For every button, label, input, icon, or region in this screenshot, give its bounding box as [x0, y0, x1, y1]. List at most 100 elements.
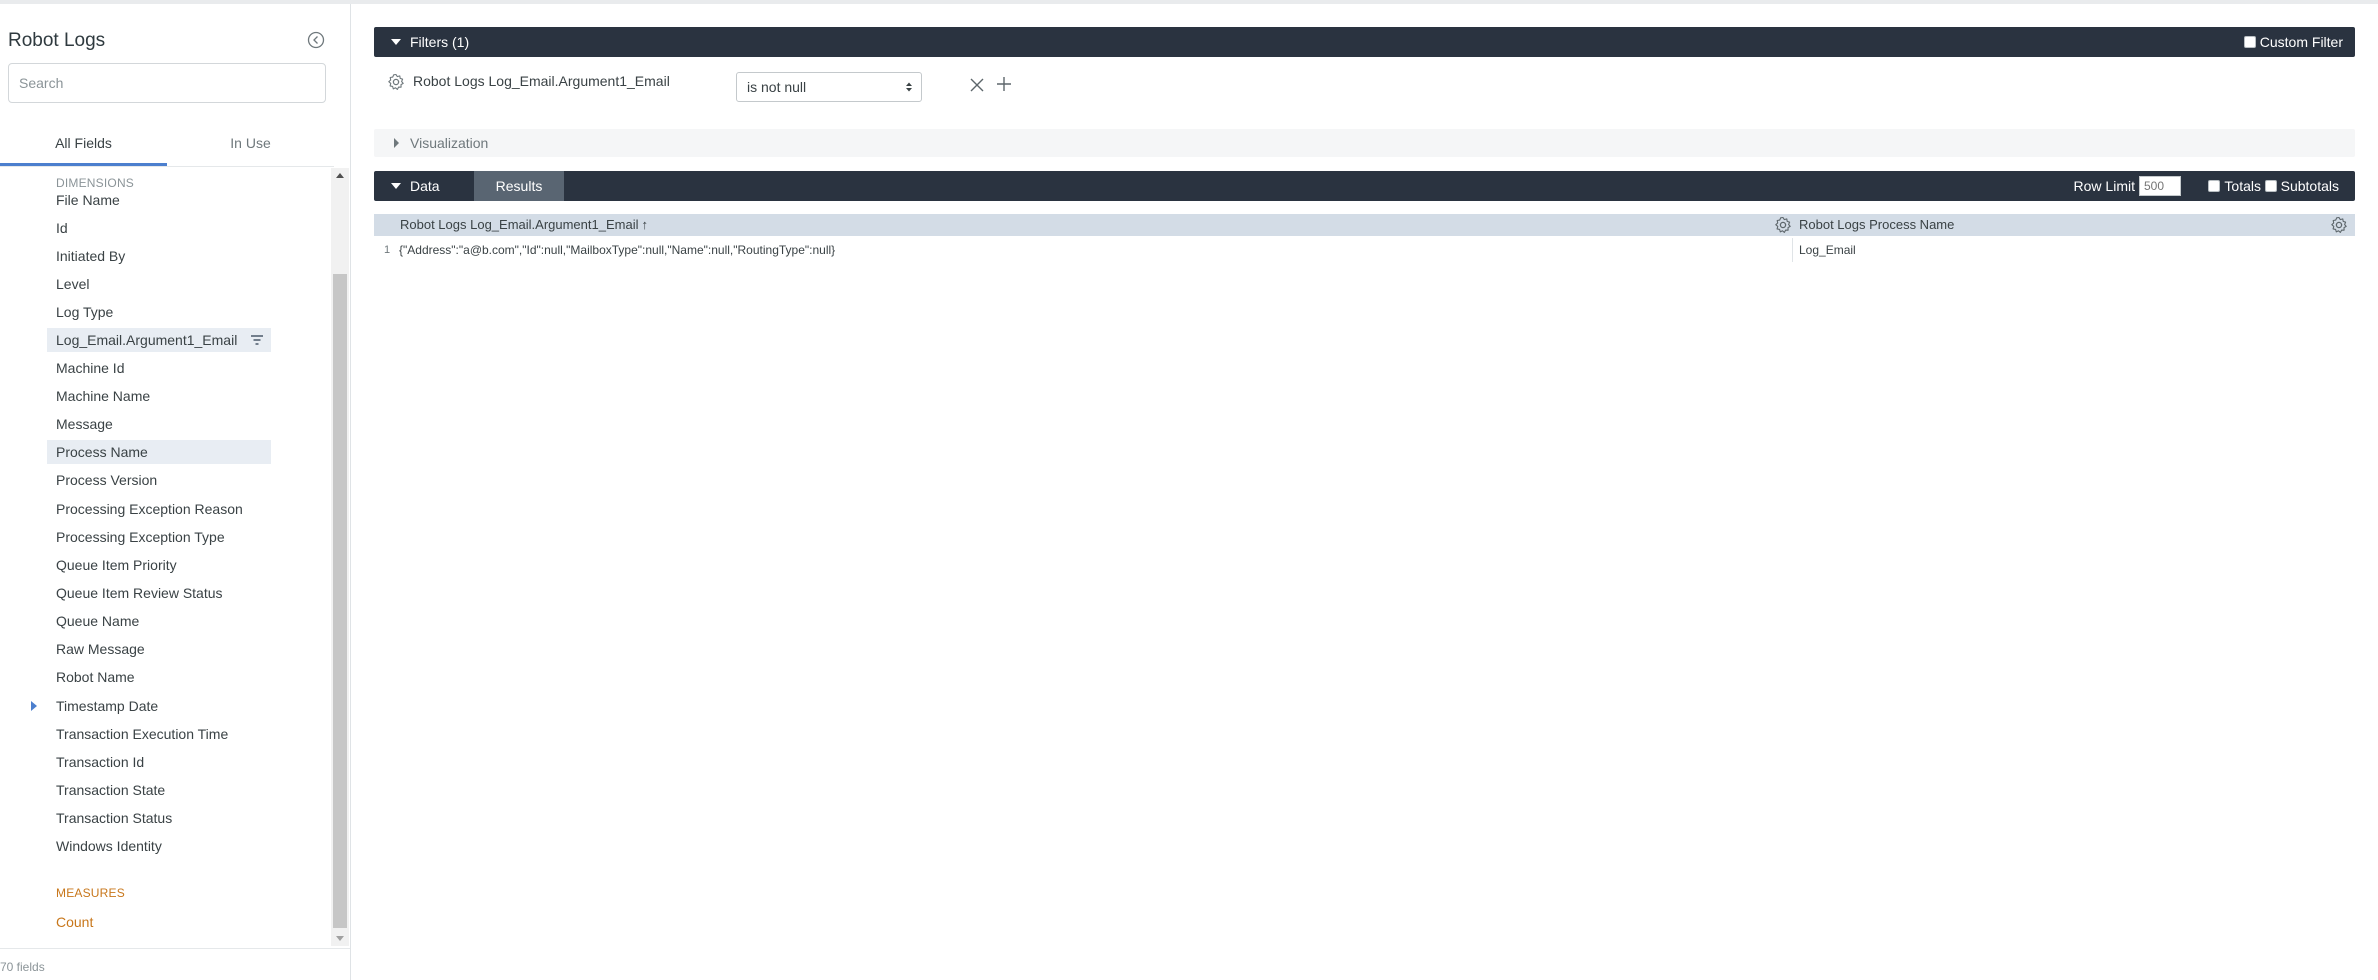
- field-label: Log Type: [56, 304, 114, 320]
- field-list: DIMENSIONS File Name Id Initiated By Lev…: [0, 168, 330, 946]
- field-label: Log_Email.Argument1_Email: [56, 332, 238, 348]
- filter-operator-value: is not null: [747, 79, 807, 95]
- field-item[interactable]: Machine Name: [47, 384, 271, 408]
- row-limit: Row Limit: [2074, 171, 2181, 201]
- remove-filter-icon[interactable]: [969, 77, 985, 93]
- measure-item[interactable]: Count: [47, 910, 271, 934]
- table-row: 1 {"Address":"a@b.com","Id":null,"Mailbo…: [374, 238, 2355, 262]
- field-item[interactable]: Queue Item Priority: [47, 553, 271, 577]
- custom-filter-checkbox[interactable]: [2243, 36, 2256, 48]
- field-item[interactable]: Processing Exception Reason: [47, 497, 271, 521]
- measures-heading: MEASURES: [56, 886, 125, 900]
- sort-ascending-icon[interactable]: ↑: [641, 214, 648, 236]
- field-item[interactable]: Id: [47, 216, 271, 240]
- totals-label: Totals: [2224, 178, 2261, 194]
- select-arrows-icon: [906, 82, 912, 92]
- subtotals-label: Subtotals: [2280, 178, 2339, 194]
- tab-data[interactable]: Data: [410, 171, 440, 201]
- field-label: Processing Exception Reason: [56, 501, 243, 517]
- field-item[interactable]: Transaction Execution Time: [47, 722, 271, 746]
- field-label: Processing Exception Type: [56, 529, 225, 545]
- expand-triangle-icon[interactable]: [30, 701, 38, 711]
- field-item[interactable]: Robot Name: [47, 665, 271, 689]
- filter-field-label: Robot Logs Log_Email.Argument1_Email: [413, 73, 670, 89]
- tab-results[interactable]: Results: [474, 171, 564, 201]
- column-header-label: Robot Logs Log_Email.Argument1_Email: [400, 217, 639, 232]
- field-label: Transaction Execution Time: [56, 726, 229, 742]
- top-divider: [0, 0, 2378, 4]
- field-item[interactable]: Raw Message: [47, 637, 271, 661]
- field-item[interactable]: File Name: [47, 188, 271, 212]
- field-label: Process Version: [56, 472, 158, 488]
- field-label: Transaction Id: [56, 754, 145, 770]
- scroll-down-arrow-icon[interactable]: [331, 930, 349, 946]
- data-header-bar[interactable]: Data Results Row Limit Totals Subtotals: [374, 171, 2355, 201]
- column-header-process-name[interactable]: Robot Logs Process Name: [1799, 214, 1954, 236]
- field-item[interactable]: Message: [47, 412, 271, 436]
- field-item[interactable]: Level: [47, 272, 271, 296]
- column-gear-icon[interactable]: [2330, 216, 2348, 234]
- add-filter-icon[interactable]: [996, 76, 1012, 92]
- field-item[interactable]: Process Version: [47, 468, 271, 492]
- field-label: Message: [56, 416, 113, 432]
- column-gear-icon[interactable]: [1774, 216, 1792, 234]
- field-item-selected[interactable]: Process Name: [47, 440, 271, 464]
- custom-filter-label: Custom Filter: [2259, 34, 2343, 50]
- field-label: Queue Name: [56, 613, 140, 629]
- field-item[interactable]: Transaction Status: [47, 806, 271, 830]
- field-count: 70 fields: [0, 960, 45, 974]
- field-search-input[interactable]: [8, 63, 326, 103]
- field-item[interactable]: Queue Name: [47, 609, 271, 633]
- row-number: 1: [384, 244, 391, 256]
- totals-checkbox[interactable]: [2208, 180, 2221, 192]
- field-tabs: All Fields In Use: [0, 128, 334, 167]
- table-cell[interactable]: Log_Email: [1799, 238, 1856, 262]
- scrollbar-thumb[interactable]: [333, 274, 347, 928]
- field-item[interactable]: Machine Id: [47, 356, 271, 380]
- field-item[interactable]: Transaction State: [47, 778, 271, 802]
- tab-all-fields[interactable]: All Fields: [0, 128, 167, 166]
- filters-title: Filters (1): [410, 34, 470, 50]
- collapse-triangle-icon[interactable]: [391, 183, 401, 189]
- field-picker-sidebar: Robot Logs All Fields In Use DIMENSIONS …: [0, 4, 351, 980]
- column-header-email[interactable]: Robot Logs Log_Email.Argument1_Email ↑: [400, 214, 648, 236]
- field-label: Level: [56, 276, 90, 292]
- totals-toggle[interactable]: Totals: [2208, 171, 2261, 201]
- field-group-timestamp-date[interactable]: Timestamp Date: [47, 694, 271, 718]
- field-item[interactable]: Log Type: [47, 300, 271, 324]
- sidebar-footer-divider: [0, 948, 350, 949]
- field-label: Machine Id: [56, 360, 125, 376]
- collapse-triangle-icon[interactable]: [391, 39, 401, 45]
- field-item[interactable]: Processing Exception Type: [47, 525, 271, 549]
- visualization-bar[interactable]: Visualization: [374, 129, 2355, 157]
- filters-header-bar[interactable]: Filters (1) Custom Filter: [374, 27, 2355, 57]
- subtotals-toggle[interactable]: Subtotals: [2264, 171, 2339, 201]
- field-item[interactable]: Windows Identity: [47, 834, 271, 858]
- field-label: Windows Identity: [56, 838, 162, 854]
- filter-operator-select[interactable]: is not null: [736, 72, 922, 102]
- gear-icon[interactable]: [387, 73, 405, 91]
- field-label: Transaction State: [56, 782, 166, 798]
- field-label: File Name: [56, 192, 120, 208]
- field-label: Raw Message: [56, 641, 145, 657]
- field-label: Timestamp Date: [56, 698, 159, 714]
- field-item-filtered[interactable]: Log_Email.Argument1_Email: [47, 328, 271, 352]
- filter-icon[interactable]: [249, 332, 265, 348]
- field-item[interactable]: Initiated By: [47, 244, 271, 268]
- row-limit-input[interactable]: [2139, 176, 2181, 196]
- subtotals-checkbox[interactable]: [2264, 180, 2277, 192]
- collapse-sidebar-icon[interactable]: [307, 31, 325, 49]
- field-label: Machine Name: [56, 388, 151, 404]
- field-item[interactable]: Transaction Id: [47, 750, 271, 774]
- field-item[interactable]: Queue Item Review Status: [47, 581, 271, 605]
- field-label: Robot Name: [56, 669, 135, 685]
- row-limit-label: Row Limit: [2073, 178, 2135, 194]
- tab-in-use[interactable]: In Use: [167, 128, 334, 166]
- field-label: Count: [56, 914, 94, 930]
- scroll-up-arrow-icon[interactable]: [331, 168, 349, 184]
- custom-filter-toggle[interactable]: Custom Filter: [2243, 27, 2343, 57]
- expand-triangle-icon[interactable]: [394, 138, 399, 148]
- table-cell[interactable]: {"Address":"a@b.com","Id":null,"MailboxT…: [399, 238, 835, 262]
- field-label: Queue Item Priority: [56, 557, 177, 573]
- column-divider: [1792, 238, 1793, 262]
